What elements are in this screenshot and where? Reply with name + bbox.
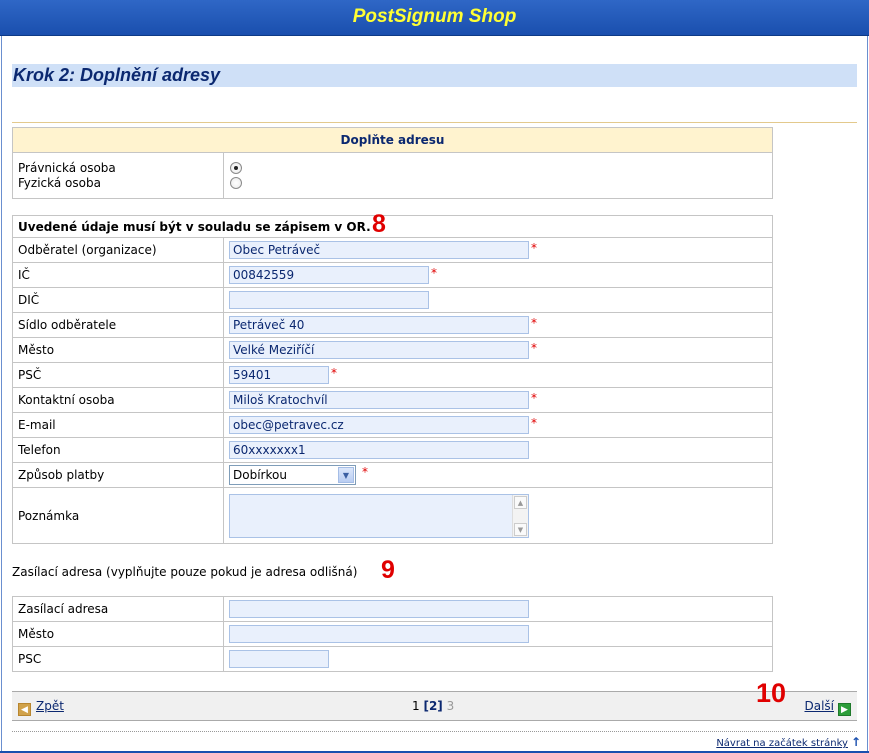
street-input[interactable]: Petráveč 40 <box>229 316 529 334</box>
shipping-address-label: Zasílací adresa (vyplňujte pouze pokud j… <box>12 565 358 579</box>
field-label: Zasílací adresa <box>12 596 224 622</box>
or-notice: Uvedené údaje musí být v souladu se zápi… <box>12 215 773 238</box>
shipping-city-input[interactable] <box>229 625 529 643</box>
back-to-top-label: Návrat na začátek stránky <box>716 738 848 749</box>
annotation-marker: 9 <box>381 556 395 584</box>
pagination-bar: ◀ Zpět 1 [2] 3 Další ▶ <box>12 691 857 721</box>
shipping-address-table: Zasílací adresa Město PSC <box>12 596 773 672</box>
back-label: Zpět <box>36 699 64 713</box>
required-mark: * <box>531 341 537 355</box>
page-link-1[interactable]: 1 <box>412 699 420 713</box>
field-label: Sídlo odběratele <box>12 312 224 338</box>
textarea-scrollbar[interactable]: ▲ ▼ <box>512 494 528 537</box>
required-mark: * <box>531 416 537 430</box>
section-heading: Doplňte adresu <box>12 127 773 153</box>
person-type-table: Doplňte adresu Právnická osoba Fyzická o… <box>12 127 773 199</box>
required-mark: * <box>531 391 537 405</box>
page-link-3: 3 <box>446 699 455 713</box>
arrow-up-icon: ↑ <box>850 735 861 749</box>
natural-person-label: Fyzická osoba <box>18 175 101 190</box>
field-label: Poznámka <box>12 487 224 544</box>
page-current: [2] <box>423 699 443 713</box>
required-mark: * <box>531 241 537 255</box>
required-mark: * <box>431 266 437 280</box>
arrow-right-icon: ▶ <box>838 703 851 716</box>
natural-person-radio[interactable] <box>230 177 242 189</box>
ic-input[interactable]: 00842559 <box>229 266 429 284</box>
chevron-down-icon[interactable]: ▼ <box>338 467 354 483</box>
zip-input[interactable]: 59401 <box>229 366 329 384</box>
email-input[interactable]: obec@petravec.cz <box>229 416 529 434</box>
annotation-marker: 10 <box>756 678 787 708</box>
legal-entity-radio[interactable] <box>230 162 242 174</box>
field-label: PSC <box>12 646 224 672</box>
note-textarea[interactable]: ▲ ▼ <box>229 493 529 538</box>
city-input[interactable]: Velké Meziříčí <box>229 341 529 359</box>
required-mark: * <box>331 366 337 380</box>
payment-method-select[interactable]: Dobírkou ▼ <box>229 465 356 485</box>
next-label: Další <box>804 699 834 713</box>
shipping-address-input[interactable] <box>229 600 529 618</box>
dic-input[interactable] <box>229 291 429 309</box>
shipping-zip-input[interactable] <box>229 650 329 668</box>
address-table: Uvedené údaje musí být v souladu se zápi… <box>12 215 773 544</box>
field-label: IČ <box>12 262 224 288</box>
divider <box>12 122 857 123</box>
back-link[interactable]: ◀ Zpět <box>18 699 64 716</box>
field-label: E-mail <box>12 412 224 438</box>
back-to-top-link[interactable]: Návrat na začátek stránky ↑ <box>716 735 861 749</box>
step-header: Krok 2: Doplnění adresy <box>12 64 857 87</box>
payment-method-value: Dobírkou <box>233 468 287 482</box>
field-label: Město <box>12 621 224 647</box>
page-numbers: 1 [2] 3 <box>412 699 454 713</box>
legal-entity-label: Právnická osoba <box>18 160 116 175</box>
scroll-up-icon[interactable]: ▲ <box>514 495 527 509</box>
person-type-radios <box>223 152 773 199</box>
site-title: PostSignum Shop <box>352 6 517 27</box>
phone-input[interactable]: 60xxxxxxx1 <box>229 441 529 459</box>
person-type-labels: Právnická osoba Fyzická osoba <box>12 152 224 199</box>
arrow-left-icon: ◀ <box>18 703 31 716</box>
annotation-marker: 8 <box>372 210 386 238</box>
field-label: Telefon <box>12 437 224 463</box>
footer-divider <box>12 731 857 732</box>
contact-person-input[interactable]: Miloš Kratochvíl <box>229 391 529 409</box>
field-label: Odběratel (organizace) <box>12 237 224 263</box>
field-label: PSČ <box>12 362 224 388</box>
field-label: Způsob platby <box>12 462 224 488</box>
required-mark: * <box>531 316 537 330</box>
required-mark: * <box>362 465 368 479</box>
field-label: Kontaktní osoba <box>12 387 224 413</box>
organization-input[interactable]: Obec Petráveč <box>229 241 529 259</box>
top-bar: PostSignum Shop <box>0 0 869 36</box>
field-label: Město <box>12 337 224 363</box>
scroll-down-icon[interactable]: ▼ <box>514 522 527 536</box>
field-label: DIČ <box>12 287 224 313</box>
next-link[interactable]: Další ▶ <box>804 699 851 716</box>
step-title: Krok 2: Doplnění adresy <box>13 65 221 85</box>
